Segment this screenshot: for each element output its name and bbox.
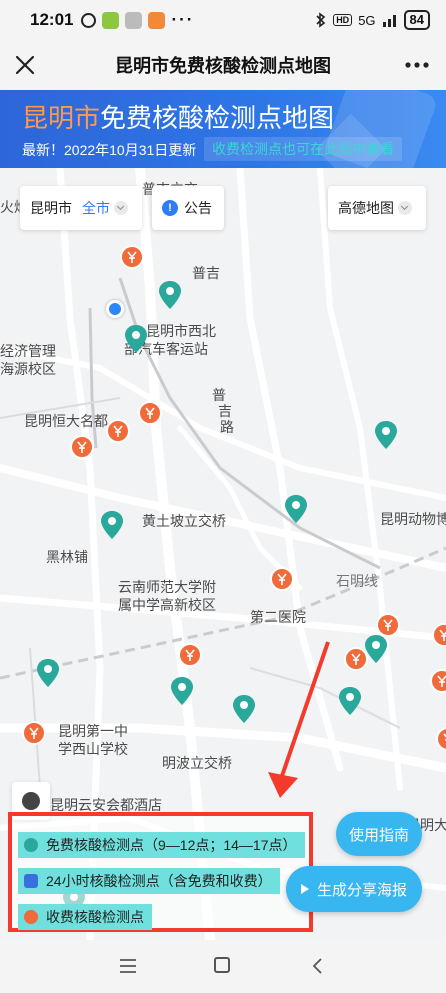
home-icon[interactable] <box>214 957 230 973</box>
free-pin-icon <box>24 838 38 852</box>
banner-headline: 昆明市免费核酸检测点地图 <box>22 98 334 135</box>
app-plus-icon <box>102 11 120 29</box>
header-banner: 昆明市免费核酸检测点地图 最新！2022年10月31日更新 收费检测点也可在此图… <box>0 90 446 168</box>
paid-test-site-pin[interactable] <box>22 720 46 750</box>
map-place-label: 黑林铺 <box>46 549 88 565</box>
legend-24h-label: 24小时核酸检测点（含免费和收费） <box>46 873 272 889</box>
legend-free[interactable]: 免费核酸检测点（9—12点；14—17点） <box>18 832 305 858</box>
notice-label: 公告 <box>184 200 212 216</box>
page-title: 昆明市免费核酸检测点地图 <box>115 56 331 76</box>
district-value: 全市 <box>82 200 110 216</box>
guide-button[interactable]: 使用指南 <box>336 812 422 856</box>
battery-icon: 84 <box>403 10 430 30</box>
locate-icon <box>22 792 40 810</box>
paid-test-site-pin[interactable] <box>430 668 446 698</box>
paid-test-site-pin[interactable] <box>344 646 368 676</box>
map-place-label: 属中学高新校区 <box>118 597 216 613</box>
24h-icon <box>24 874 38 888</box>
legend-panel: 免费核酸检测点（9—12点；14—17点） 24小时核酸检测点（含免费和收费） … <box>8 812 313 932</box>
system-nav-bar <box>0 940 446 993</box>
city-selector[interactable]: 昆明市 全市 <box>20 186 142 230</box>
chevron-down-icon <box>114 201 128 215</box>
banner-hint[interactable]: 收费检测点也可在此图中查看 <box>204 137 402 161</box>
map-place-label: 海源校区 <box>0 361 56 377</box>
more-menu-icon[interactable] <box>402 52 432 78</box>
map-place-label: 明波立交桥 <box>162 755 232 771</box>
close-icon[interactable] <box>10 50 40 80</box>
map-place-label: 云南师范大学附 <box>118 579 216 595</box>
chevron-down-icon <box>398 201 412 215</box>
free-test-site-pin[interactable] <box>158 280 182 310</box>
free-test-site-pin[interactable] <box>36 658 60 688</box>
banner-city: 昆明市 <box>22 103 101 133</box>
free-test-site-pin[interactable] <box>232 694 256 724</box>
app-box-icon <box>148 11 166 29</box>
paid-test-site-pin[interactable] <box>70 434 94 464</box>
paid-test-site-pin[interactable] <box>436 726 446 756</box>
paid-test-site-pin[interactable] <box>138 400 162 430</box>
free-test-site-pin[interactable] <box>338 686 362 716</box>
map-place-label: 昆明动物博 <box>380 511 446 527</box>
notice-button[interactable]: ! 公告 <box>152 186 224 230</box>
map-place-label: 昆明恒大名都 <box>24 413 108 429</box>
free-test-site-pin[interactable] <box>124 324 148 354</box>
paid-test-site-pin[interactable] <box>432 622 446 652</box>
share-poster-label: 生成分享海报 <box>316 881 407 899</box>
alarm-icon <box>81 12 97 28</box>
paid-test-site-pin[interactable] <box>178 642 202 672</box>
free-test-site-pin[interactable] <box>284 494 308 524</box>
city-label: 昆明市 <box>30 200 72 216</box>
legend-free-label: 免费核酸检测点（9—12点；14—17点） <box>46 837 297 853</box>
play-icon <box>300 884 309 894</box>
menu-icon[interactable] <box>118 958 138 974</box>
network-type: 5G <box>358 12 376 28</box>
status-right: HD 5G 84 <box>315 10 430 30</box>
free-test-site-pin[interactable] <box>170 676 194 706</box>
paid-pin-icon <box>24 910 38 924</box>
paid-test-site-pin[interactable] <box>120 244 144 274</box>
free-test-site-pin[interactable] <box>374 420 398 450</box>
current-location-dot <box>106 300 124 318</box>
map-provider-selector[interactable]: 高德地图 <box>328 186 426 230</box>
back-icon[interactable] <box>308 956 328 976</box>
map-view[interactable]: 火焰 普吉立交 普吉 昆明市西北 部汽车客运站 经济管理 海源校区 普 吉 路 … <box>0 168 446 940</box>
status-time: 12:01 <box>30 10 74 29</box>
map-place-label: 学西山学校 <box>58 741 128 757</box>
banner-headline-rest: 免费核酸检测点地图 <box>100 103 335 133</box>
banner-update-text: 最新！2022年10月31日更新 <box>22 142 197 158</box>
paid-test-site-pin[interactable] <box>270 566 294 596</box>
legend-24h[interactable]: 24小时核酸检测点（含免费和收费） <box>18 868 280 894</box>
signal-icon <box>382 15 396 27</box>
bluetooth-icon <box>316 12 326 28</box>
map-place-label: 第二医院 <box>250 609 306 625</box>
legend-paid[interactable]: 收费核酸检测点 <box>18 904 152 930</box>
map-place-label: 路 <box>220 419 234 435</box>
map-place-label: 昆明市西北 <box>146 323 216 339</box>
app-note-icon <box>125 11 143 29</box>
title-bar: 昆明市免费核酸检测点地图 <box>0 40 446 90</box>
map-place-label: 昆明第一中 <box>58 723 128 739</box>
map-place-label: 经济管理 <box>0 343 56 359</box>
paid-test-site-pin[interactable] <box>106 418 130 448</box>
free-test-site-pin[interactable] <box>100 510 124 540</box>
map-place-label: 普吉 <box>192 265 220 281</box>
share-poster-button[interactable]: 生成分享海报 <box>286 866 422 912</box>
map-place-label: 黄土坡立交桥 <box>142 513 226 529</box>
map-provider-label: 高德地图 <box>338 200 394 216</box>
legend-paid-label: 收费核酸检测点 <box>46 909 144 925</box>
info-icon: ! <box>162 200 178 216</box>
map-place-label: 石明线 <box>336 573 378 589</box>
status-bar: 12:01 ··· HD 5G 84 <box>0 0 446 40</box>
hd-icon: HD <box>333 14 353 26</box>
more-notifications-icon: ··· <box>171 10 195 29</box>
